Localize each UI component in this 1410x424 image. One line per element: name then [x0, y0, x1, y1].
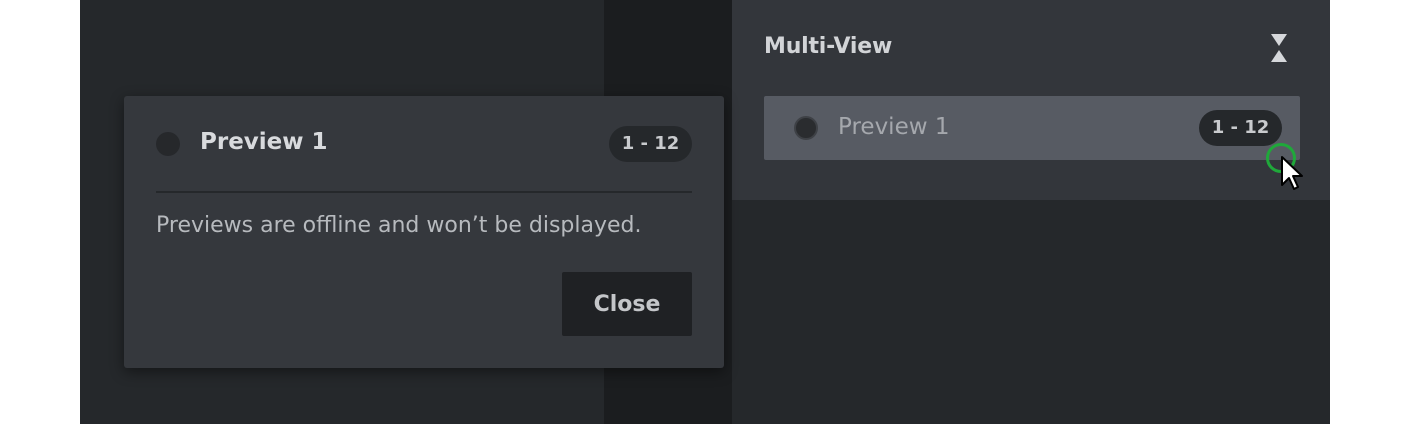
status-dot-icon — [794, 116, 818, 140]
dialog-title: Preview 1 — [200, 129, 328, 155]
dialog-message: Previews are offline and won’t be displa… — [156, 213, 642, 238]
collapse-icon — [1271, 34, 1287, 62]
collapse-button[interactable] — [1268, 30, 1290, 66]
dialog-divider — [156, 191, 692, 193]
preview-info-dialog: Preview 1 1 - 12 Previews are offline an… — [124, 96, 724, 368]
multiview-title: Multi-View — [764, 34, 893, 59]
mouse-cursor-icon — [1281, 156, 1303, 190]
multiview-panel: Multi-View Preview 1 1 - 12 — [732, 0, 1330, 424]
multiview-item-preview-1[interactable]: Preview 1 1 - 12 — [764, 96, 1300, 160]
range-badge: 1 - 12 — [609, 126, 692, 162]
status-dot-icon — [156, 132, 180, 156]
multiview-section: Multi-View Preview 1 1 - 12 — [732, 0, 1330, 200]
close-button[interactable]: Close — [562, 272, 692, 336]
range-badge: 1 - 12 — [1199, 110, 1282, 146]
multiview-item-label: Preview 1 — [838, 114, 950, 140]
